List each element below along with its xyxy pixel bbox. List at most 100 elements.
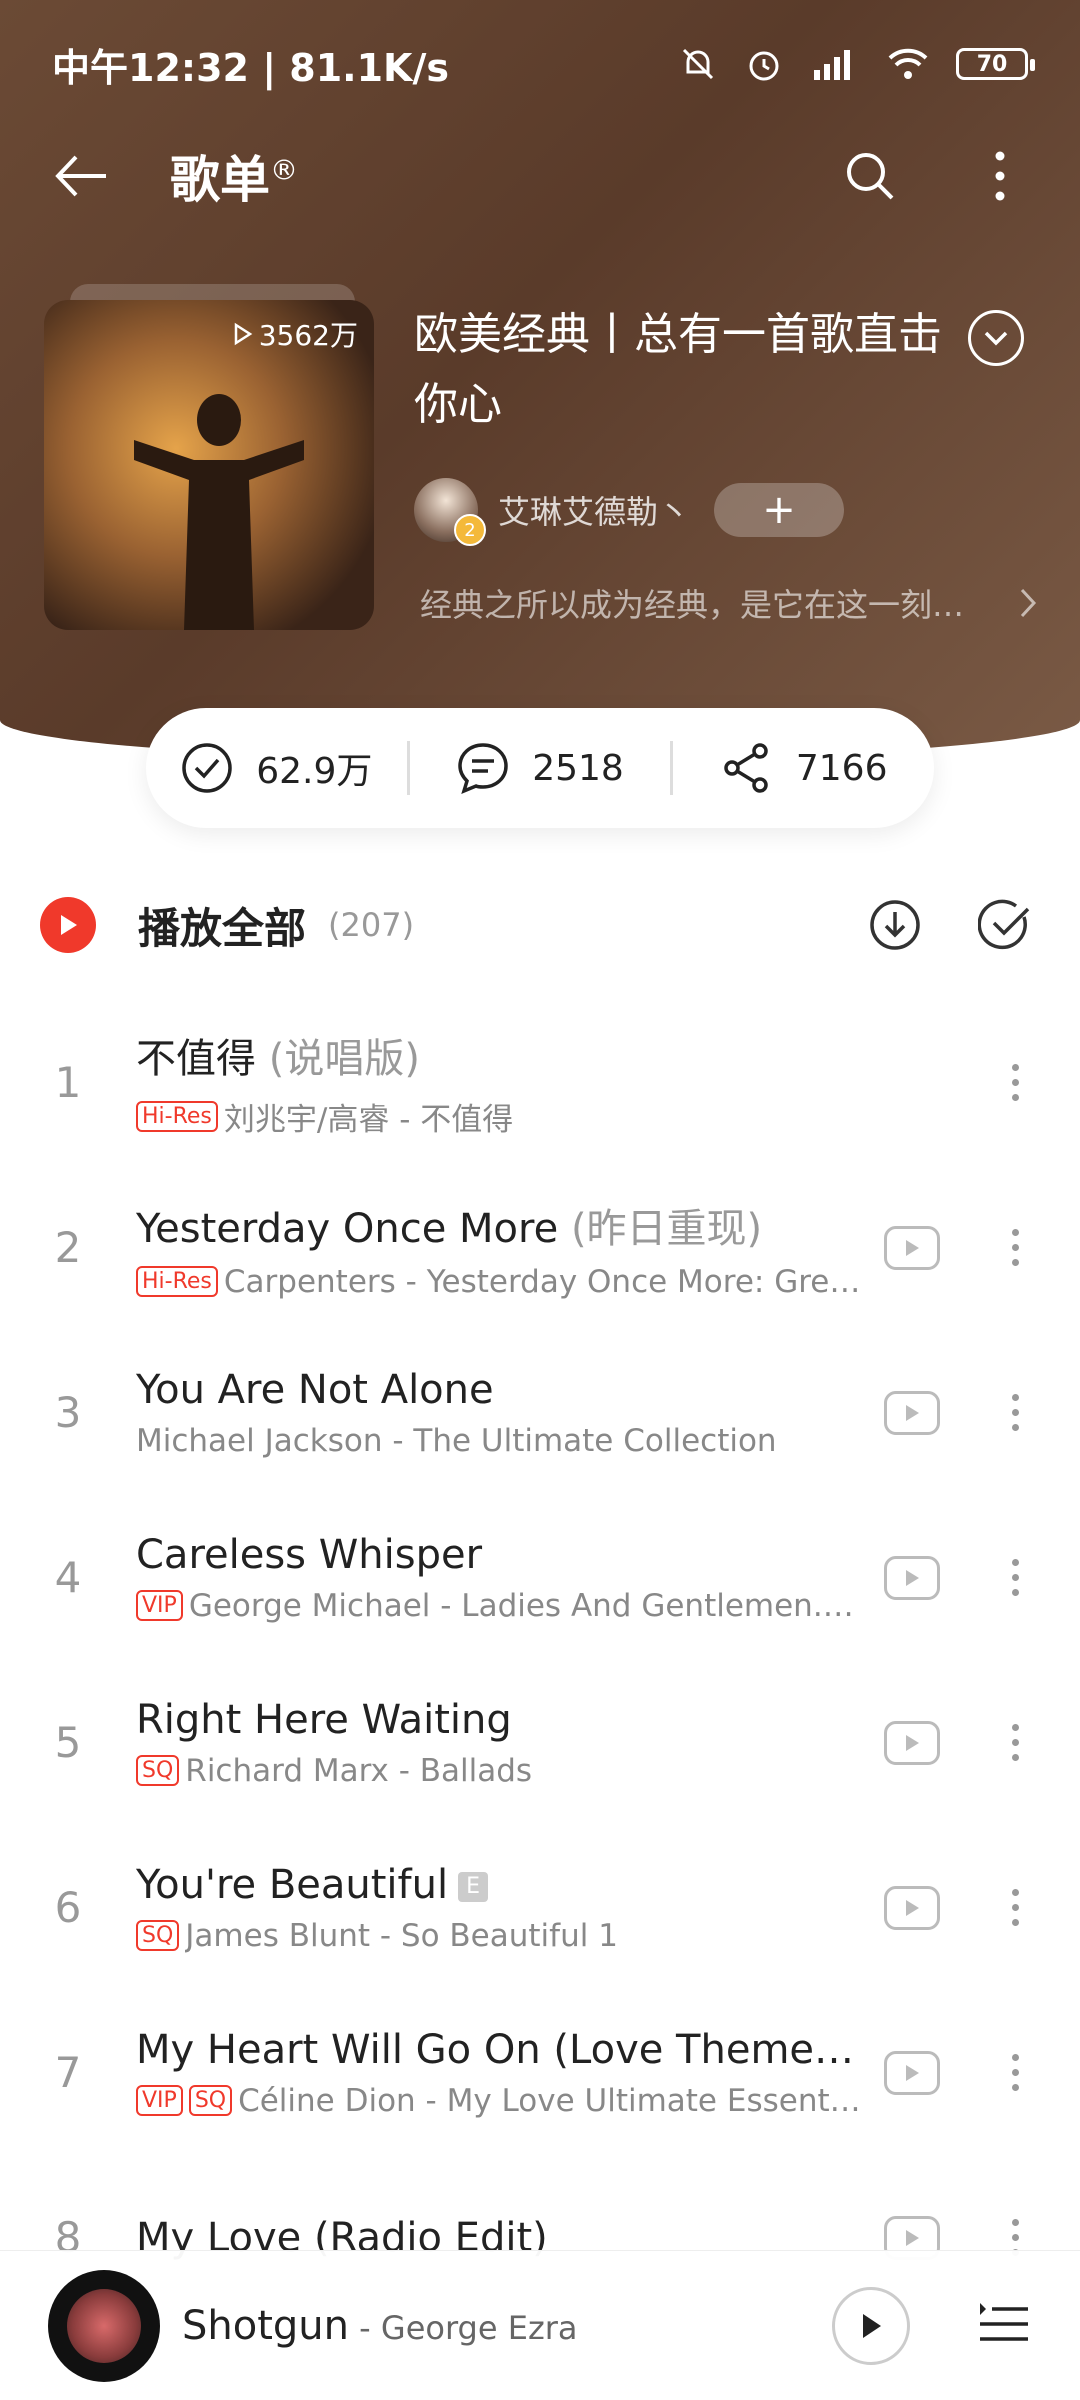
more-menu-button[interactable]: [960, 136, 1040, 216]
song-title: You Are Not Alone: [136, 1367, 862, 1413]
playlist-cover[interactable]: 3562万: [44, 300, 374, 630]
play-all-row: 播放全部 (207): [0, 880, 1080, 970]
creator-row[interactable]: 2 艾琳艾德勒丶 +: [414, 478, 845, 546]
song-meta-row: VIP George Michael - Ladies And Gentlemen…: [136, 1588, 862, 1624]
quality-tag: Hi-Res: [136, 1266, 218, 1297]
status-bar: 中午12:32 | 81.1K/s 70: [0, 0, 1080, 128]
mv-button[interactable]: [884, 1390, 940, 1435]
comments-button[interactable]: 2518: [410, 741, 671, 795]
play-icon: [61, 915, 77, 935]
back-button[interactable]: [40, 136, 120, 216]
playlist-queue-button[interactable]: [976, 2299, 1032, 2353]
song-row[interactable]: 6 You're Beautiful E SQ James Blunt - So B…: [0, 1825, 1080, 1990]
multi-select-button[interactable]: [970, 890, 1040, 960]
mv-button[interactable]: [884, 1720, 940, 1765]
dot: [1011, 1244, 1019, 1251]
song-title-text: You're Beautiful: [136, 1861, 449, 1908]
creator-name[interactable]: 艾琳艾德勒丶: [498, 487, 690, 533]
download-button[interactable]: [860, 890, 930, 960]
song-meta-row: Hi-Res 刘兆宇/高睿 - 不值得: [136, 1094, 862, 1139]
creator-avatar[interactable]: 2: [414, 478, 486, 546]
share-count: 7166: [795, 747, 888, 789]
song-artist-album: 刘兆宇/高睿 - 不值得: [223, 1102, 514, 1138]
play-count-value: 3562万: [258, 319, 358, 352]
song-info: 不值得 (说唱版) Hi-Res 刘兆宇/高睿 - 不值得: [136, 1026, 862, 1139]
song-info: You're Beautiful E SQ James Blunt - So Bea…: [136, 1862, 862, 1954]
now-playing-artist: - George Ezra: [349, 2308, 578, 2347]
mv-button[interactable]: [884, 2050, 940, 2095]
chevron-right-icon: [1020, 588, 1037, 618]
top-nav: 歌单®: [0, 128, 1080, 224]
now-playing-title: Shotgun: [182, 2302, 349, 2349]
registered-mark: ®: [270, 153, 298, 187]
song-row[interactable]: 5 Right Here Waiting SQ Richard Marx - Ba…: [0, 1660, 1080, 1825]
song-title: You're Beautiful E: [136, 1862, 862, 1908]
signal-icon: [814, 50, 850, 80]
song-title-text: My Heart Will Go On (Love Theme f…: [136, 2026, 862, 2073]
quality-tag: SQ: [136, 1920, 180, 1951]
wifi-icon: [888, 48, 928, 79]
download-icon: [870, 900, 920, 950]
queue-list-icon: [980, 2302, 1028, 2341]
playlist-title: 欧美经典丨总有一首歌直击你心: [414, 309, 942, 430]
share-icon: [724, 743, 768, 793]
song-meta-row: Michael Jackson - The Ultimate Collectio…: [136, 1423, 862, 1459]
song-artist-album: George Michael - Ladies And Gentlemen..…: [188, 1587, 862, 1624]
video-play-icon: [906, 1569, 919, 1586]
mini-player[interactable]: Shotgun - George Ezra: [0, 2250, 1080, 2400]
mini-player-cover[interactable]: [48, 2269, 160, 2382]
song-more-button[interactable]: [1000, 1543, 1030, 1613]
song-more-button[interactable]: [1000, 1873, 1030, 1943]
dot: [1011, 1919, 1019, 1926]
dot: [1011, 1889, 1019, 1896]
song-more-button[interactable]: [1000, 1708, 1030, 1778]
play-icon: [863, 2313, 881, 2338]
video-play-icon: [906, 2064, 919, 2081]
mini-player-cover-art: [67, 2288, 141, 2363]
dot: [1011, 1409, 1019, 1416]
dot: [1011, 2084, 1019, 2091]
song-row[interactable]: 1 不值得 (说唱版) Hi-Res 刘兆宇/高睿 - 不值得: [0, 1000, 1080, 1165]
song-number: 6: [54, 1883, 82, 1932]
song-more-button[interactable]: [1000, 2038, 1030, 2108]
play-all-button[interactable]: [40, 897, 96, 953]
mv-button[interactable]: [884, 1225, 940, 1270]
follow-button[interactable]: +: [714, 483, 845, 537]
dot: [1011, 2234, 1019, 2241]
mini-play-button[interactable]: [832, 2286, 910, 2365]
song-artist-album: Céline Dion - My Love Ultimate Essent…: [238, 2082, 861, 2119]
song-meta-row: VIP SQ Céline Dion - My Love Ultimate Esse…: [136, 2083, 862, 2119]
mv-button[interactable]: [884, 1885, 940, 1930]
song-more-button[interactable]: [1000, 1378, 1030, 1448]
video-play-icon: [906, 2229, 919, 2246]
mv-button[interactable]: [884, 1555, 940, 1600]
song-info: Right Here Waiting SQ Richard Marx - Ball…: [136, 1697, 862, 1789]
page-title: 歌单®: [170, 140, 830, 212]
play-outline-icon: [234, 322, 253, 346]
share-button[interactable]: 7166: [673, 741, 934, 795]
song-number: 2: [54, 1223, 82, 1272]
now-playing[interactable]: Shotgun - George Ezra: [182, 2303, 832, 2349]
song-row[interactable]: 4 Careless Whisper VIP George Michael - L…: [0, 1495, 1080, 1660]
check-circle-icon: [978, 899, 1030, 950]
dot: [1011, 1724, 1019, 1731]
song-row[interactable]: 2 Yesterday Once More (昨日重现) Hi-Res Carpe…: [0, 1165, 1080, 1330]
video-play-icon: [906, 1734, 919, 1751]
song-more-button[interactable]: [1000, 1048, 1030, 1118]
play-all-label[interactable]: 播放全部: [138, 895, 306, 956]
song-more-button[interactable]: [1000, 1213, 1030, 1283]
play-all-count: (207): [328, 906, 415, 944]
song-number: 1: [54, 1058, 82, 1107]
song-row[interactable]: 7 My Heart Will Go On (Love Theme f… VIP…: [0, 1990, 1080, 2155]
playlist-description[interactable]: 经典之所以成为经典，是它在这一刻…: [420, 580, 1040, 626]
search-button[interactable]: [830, 136, 910, 216]
expand-info-button[interactable]: [968, 310, 1024, 366]
song-number: 3: [54, 1388, 82, 1437]
song-list: 1 不值得 (说唱版) Hi-Res 刘兆宇/高睿 - 不值得 2 Yesterd…: [0, 1000, 1080, 2320]
song-title-text: 不值得: [136, 1036, 256, 1082]
dot: [1011, 2219, 1019, 2226]
song-meta-row: SQ James Blunt - So Beautiful 1: [136, 1918, 862, 1954]
collect-button[interactable]: 62.9万: [146, 741, 407, 795]
dot: [1011, 1229, 1019, 1236]
song-row[interactable]: 3 You Are Not Alone Michael Jackson - Th…: [0, 1330, 1080, 1495]
